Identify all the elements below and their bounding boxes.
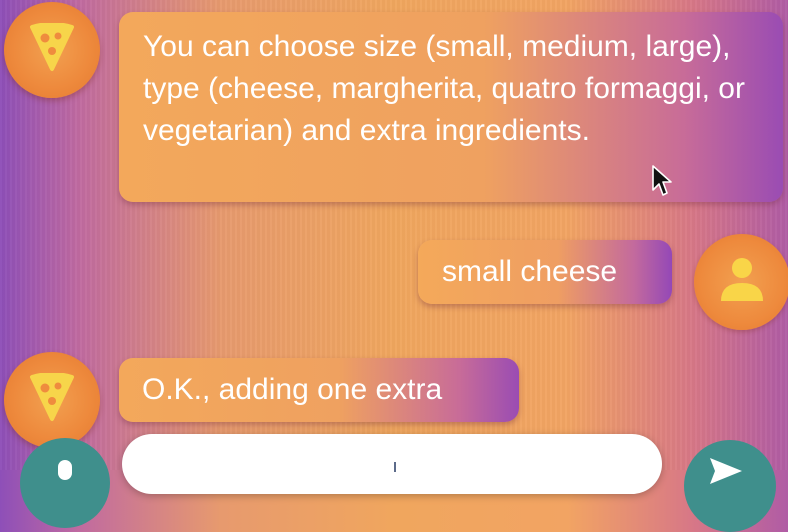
bot-avatar — [4, 352, 100, 448]
message-text: You can choose size (small, medium, larg… — [143, 30, 745, 147]
message-text: small cheese — [442, 255, 618, 288]
text-caret — [394, 462, 396, 472]
mouse-cursor-icon — [651, 164, 673, 203]
bot-message-bubble: O.K., adding one extra — [119, 358, 519, 422]
message-input[interactable] — [122, 434, 662, 494]
send-arrow-icon — [708, 456, 744, 491]
user-icon — [717, 255, 767, 310]
user-message-bubble: small cheese — [418, 240, 672, 304]
user-avatar — [694, 234, 788, 330]
pizza-slice-icon — [28, 371, 76, 428]
bot-message-bubble: You can choose size (small, medium, larg… — [119, 12, 783, 202]
message-text: O.K., adding one extra — [142, 373, 443, 406]
bot-avatar — [4, 2, 100, 98]
pizza-slice-icon — [28, 21, 76, 78]
microphone-icon — [58, 460, 72, 480]
send-button[interactable] — [684, 440, 776, 532]
microphone-button[interactable] — [20, 438, 110, 528]
